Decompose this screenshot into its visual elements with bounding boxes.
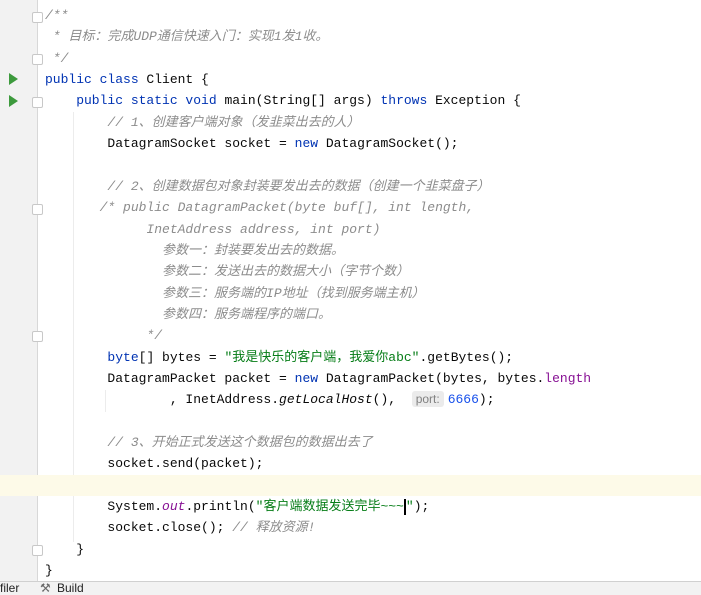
code-token: , InetAddress.: [45, 392, 280, 408]
code-token: public static void: [45, 93, 225, 109]
code-token: // 3、开始正式发送这个数据包的数据出去了: [45, 435, 373, 450]
code-line[interactable]: System.out.println("客户端数据发送完毕~~~ ");: [45, 496, 429, 517]
code-token: DatagramSocket();: [325, 136, 459, 152]
code-line[interactable]: DatagramPacket packet = new DatagramPack…: [45, 368, 591, 389]
code-line[interactable]: /**: [45, 5, 68, 26]
code-token: .getBytes();: [419, 349, 514, 365]
code-token: /**: [45, 8, 69, 23]
code-token: main(String[] args): [224, 93, 381, 109]
code-line[interactable]: // 1、创建客户端对象（发韭菜出去的人）: [45, 112, 360, 133]
code-token: length: [544, 370, 592, 386]
code-line[interactable]: byte[] bytes = "我是快乐的客户端，我爱你abc".getByte…: [45, 347, 513, 368]
hammer-icon: ⚒: [40, 581, 51, 595]
code-token: */: [45, 50, 69, 66]
code-token: System.: [45, 499, 163, 515]
code-token: public class: [45, 72, 147, 88]
code-line[interactable]: }: [45, 560, 53, 581]
code-line[interactable]: , InetAddress.getLocalHost(), port: 6666)…: [45, 389, 495, 410]
code-token: DatagramSocket socket =: [45, 136, 295, 152]
code-token: Client {: [146, 72, 209, 88]
code-line[interactable]: socket.send(packet);: [45, 453, 263, 474]
code-token: out: [162, 499, 186, 515]
bottom-tool-bar: filer ⚒ Build: [0, 581, 701, 595]
code-token: // 1、创建客户端对象（发韭菜出去的人）: [45, 114, 360, 130]
code-token: DatagramPacket(bytes, bytes.: [325, 370, 545, 386]
code-line[interactable]: 参数三：服务端的IP地址（找到服务端主机）: [45, 283, 425, 304]
code-token: InetAddress address, int port): [45, 221, 381, 237]
parameter-hint: port:: [411, 391, 444, 408]
code-line[interactable]: InetAddress address, int port): [45, 219, 380, 240]
current-line-highlight: [0, 474, 701, 496]
code-token: 参数二：发送出去的数据大小（字节个数）: [45, 264, 410, 280]
code-token: new: [294, 370, 326, 386]
code-token: 6666: [447, 392, 479, 408]
code-line[interactable]: */: [45, 48, 69, 69]
code-line[interactable]: public class Client {: [45, 69, 209, 90]
code-token: "客户端数据发送完毕~~~: [255, 499, 404, 515]
code-token: socket.send(packet);: [45, 456, 264, 472]
code-line[interactable]: }: [45, 539, 84, 560]
code-line[interactable]: * 目标：完成UDP通信快速入门：实现1发1收。: [45, 26, 329, 47]
code-token: "我是快乐的客户端，我爱你abc": [224, 349, 420, 365]
code-token: 参数四：服务端程序的端口。: [45, 306, 332, 322]
code-token: }: [45, 541, 85, 557]
code-token: (),: [372, 392, 412, 408]
code-token: new: [294, 136, 326, 152]
code-token: /* public DatagramPacket(byte buf[], int…: [45, 200, 475, 216]
code-line[interactable]: 参数二：发送出去的数据大小（字节个数）: [45, 261, 409, 282]
code-token: .println(: [185, 499, 256, 515]
code-line[interactable]: public static void main(String[] args) t…: [45, 90, 521, 111]
run-main-icon[interactable]: [9, 95, 18, 107]
code-line[interactable]: 参数一：封装要发出去的数据。: [45, 240, 344, 261]
tab-build[interactable]: Build: [57, 582, 84, 595]
code-token: socket.close();: [45, 520, 233, 536]
code-line[interactable]: socket.close(); // 释放资源!: [45, 517, 315, 538]
code-token: }: [45, 563, 53, 579]
code-token: byte: [107, 349, 139, 365]
code-token: Exception {: [435, 93, 521, 109]
code-token: // 释放资源!: [232, 520, 316, 536]
code-token: */: [45, 328, 163, 344]
code-line[interactable]: */: [45, 325, 162, 346]
code-token: ": [405, 499, 414, 515]
code-token: );: [413, 499, 430, 515]
code-token: [] bytes =: [138, 349, 225, 365]
code-token: throws: [380, 93, 436, 109]
code-token: 参数三：服务端的IP地址（找到服务端主机）: [45, 285, 425, 301]
code-line[interactable]: /* public DatagramPacket(byte buf[], int…: [45, 197, 474, 218]
code-editor[interactable]: /** * 目标：完成UDP通信快速入门：实现1发1收。 */ public cl…: [0, 0, 701, 581]
code-line[interactable]: 参数四：服务端程序的端口。: [45, 304, 331, 325]
code-token: getLocalHost: [279, 392, 373, 408]
code-token: * 目标：完成UDP通信快速入门：实现1发1收。: [45, 29, 329, 45]
code-token: DatagramPacket packet =: [45, 370, 295, 386]
code-token: // 2、创建数据包对象封装要发出去的数据（创建一个韭菜盘子）: [45, 178, 490, 194]
code-line[interactable]: // 3、开始正式发送这个数据包的数据出去了: [45, 432, 373, 453]
run-class-icon[interactable]: [9, 73, 18, 85]
tab-profiler[interactable]: filer: [0, 582, 19, 595]
code-token: 参数一：封装要发出去的数据。: [45, 242, 345, 258]
code-line[interactable]: DatagramSocket socket = new DatagramSock…: [45, 133, 458, 154]
code-line[interactable]: // 2、创建数据包对象封装要发出去的数据（创建一个韭菜盘子）: [45, 176, 490, 197]
code-token: );: [478, 392, 495, 408]
